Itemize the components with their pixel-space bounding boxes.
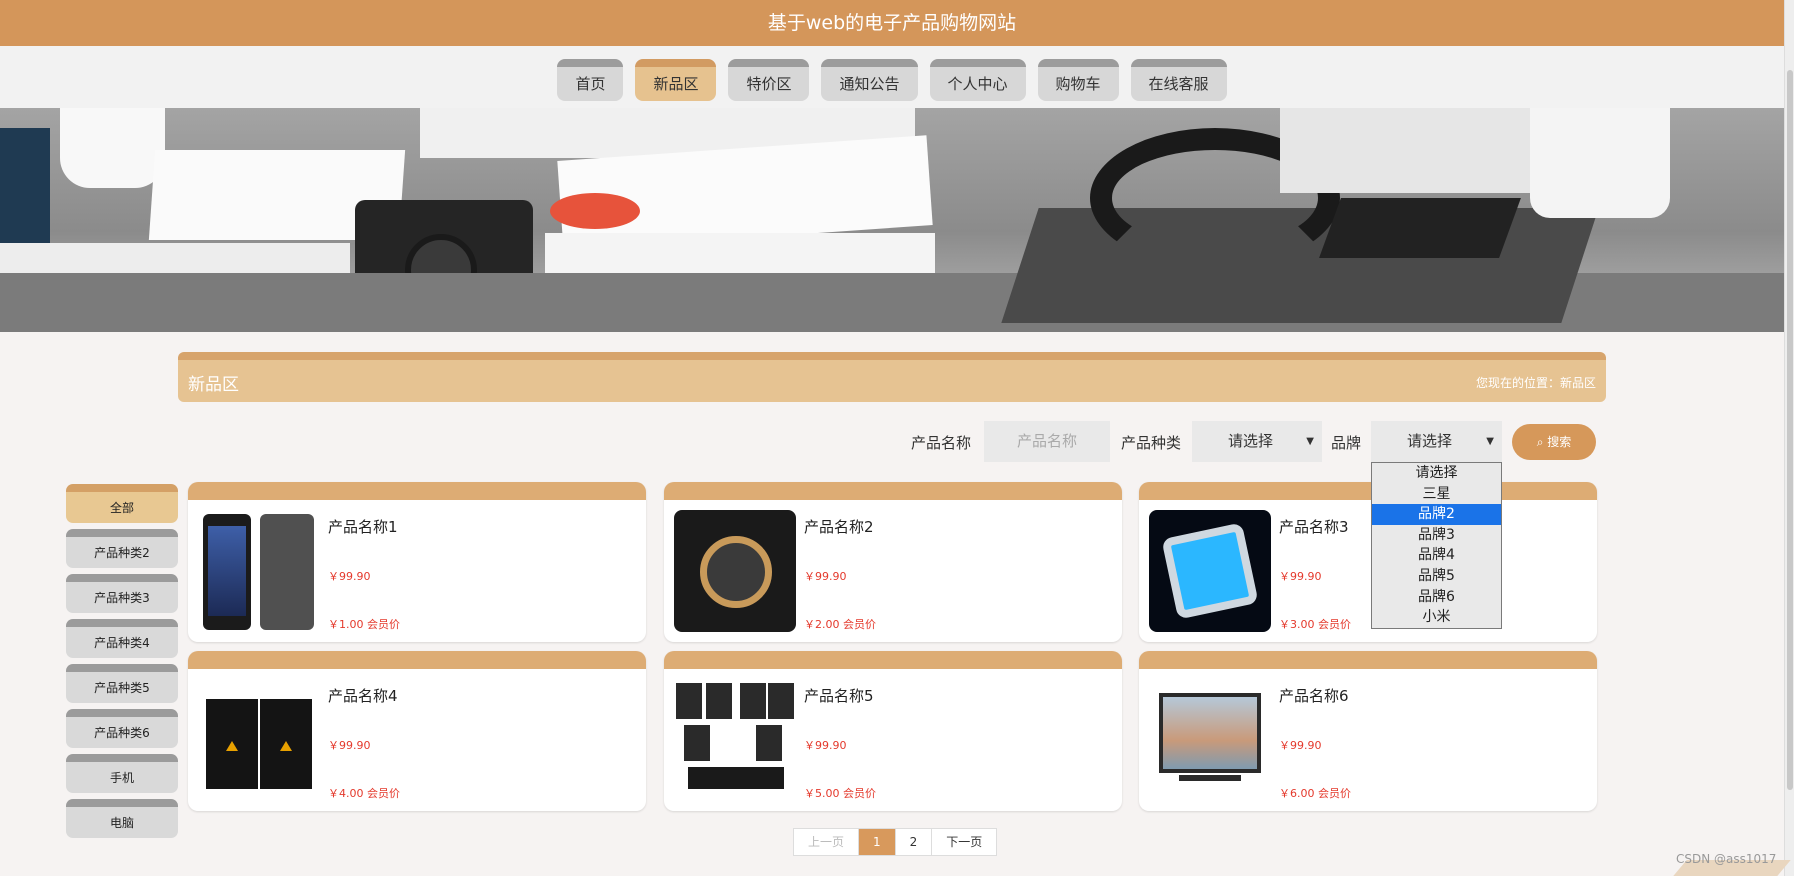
nav-new-products[interactable]: 新品区 bbox=[635, 59, 717, 101]
scrollbar-thumb[interactable] bbox=[1787, 70, 1793, 790]
brand-option[interactable]: 品牌6 bbox=[1372, 587, 1501, 608]
brand-select-value: 请选择 bbox=[1407, 432, 1453, 450]
product-name[interactable]: 产品名称4 bbox=[328, 685, 398, 706]
product-price: ￥99.90 bbox=[1279, 739, 1322, 752]
product-card[interactable]: 产品名称3 ￥99.90 ￥3.00 会员价 bbox=[1139, 482, 1597, 642]
product-name-label: 产品名称 bbox=[911, 434, 972, 452]
brand-select[interactable]: 请选择 ▼ bbox=[1371, 421, 1502, 462]
site-header: 基于web的电子产品购物网站 bbox=[0, 0, 1784, 46]
product-image[interactable] bbox=[198, 510, 320, 632]
category-select[interactable]: 请选择 ▼ bbox=[1192, 421, 1322, 462]
nav-notices[interactable]: 通知公告 bbox=[821, 59, 918, 101]
sidebar-item-category4[interactable]: 产品种类4 bbox=[66, 619, 178, 658]
nav-support[interactable]: 在线客服 bbox=[1130, 59, 1227, 101]
product-image[interactable] bbox=[1149, 510, 1271, 632]
brand-option[interactable]: 小米 bbox=[1372, 607, 1501, 628]
product-price: ￥99.90 bbox=[804, 570, 847, 583]
section-title: 新品区 bbox=[188, 375, 239, 395]
product-name[interactable]: 产品名称3 bbox=[1279, 516, 1349, 537]
nav-cart[interactable]: 购物车 bbox=[1037, 59, 1119, 101]
brand-option[interactable]: 品牌3 bbox=[1372, 525, 1501, 546]
category-select-value: 请选择 bbox=[1228, 432, 1274, 450]
product-name[interactable]: 产品名称6 bbox=[1279, 685, 1349, 706]
product-vip-price: ￥6.00 会员价 bbox=[1279, 787, 1351, 800]
search-button[interactable]: ⌕ 搜索 bbox=[1512, 424, 1596, 460]
pager-page-2[interactable]: 2 bbox=[896, 829, 933, 855]
product-name[interactable]: 产品名称1 bbox=[328, 516, 398, 537]
section-header: 新品区 您现在的位置：新品区 bbox=[178, 352, 1606, 402]
chevron-down-icon: ▼ bbox=[1486, 436, 1494, 447]
watermark: CSDN @ass1017 bbox=[1676, 852, 1777, 866]
product-card[interactable]: 产品名称4 ￥99.90 ￥4.00 会员价 bbox=[188, 651, 646, 811]
category-label: 产品种类 bbox=[1121, 434, 1182, 452]
product-price: ￥99.90 bbox=[328, 739, 371, 752]
site-title: 基于web的电子产品购物网站 bbox=[767, 12, 1017, 34]
product-name-input[interactable]: 产品名称 bbox=[984, 421, 1110, 462]
sidebar-item-all[interactable]: 全部 bbox=[66, 484, 178, 523]
product-name[interactable]: 产品名称5 bbox=[804, 685, 874, 706]
nav-user-center[interactable]: 个人中心 bbox=[929, 59, 1026, 101]
product-card[interactable]: 产品名称6 ￥99.90 ￥6.00 会员价 bbox=[1139, 651, 1597, 811]
sidebar-item-phones[interactable]: 手机 bbox=[66, 754, 178, 793]
page-scrollbar[interactable] bbox=[1784, 0, 1794, 876]
product-card[interactable]: 产品名称2 ￥99.90 ￥2.00 会员价 bbox=[664, 482, 1122, 642]
main-nav: 首页 新品区 特价区 通知公告 个人中心 购物车 在线客服 bbox=[0, 46, 1784, 108]
product-price: ￥99.90 bbox=[804, 739, 847, 752]
brand-option[interactable]: 品牌4 bbox=[1372, 545, 1501, 566]
nav-home[interactable]: 首页 bbox=[557, 59, 624, 101]
sidebar-item-computers[interactable]: 电脑 bbox=[66, 799, 178, 838]
brand-dropdown-list: 请选择 三星 品牌2 品牌3 品牌4 品牌5 品牌6 小米 bbox=[1371, 462, 1502, 629]
product-image[interactable] bbox=[674, 679, 796, 801]
product-vip-price: ￥3.00 会员价 bbox=[1279, 618, 1351, 631]
pagination: 上一页 1 2 下一页 bbox=[793, 828, 998, 856]
hero-banner-image bbox=[0, 108, 1784, 332]
product-card[interactable]: 产品名称1 ￥99.90 ￥1.00 会员价 bbox=[188, 482, 646, 642]
product-vip-price: ￥5.00 会员价 bbox=[804, 787, 876, 800]
product-name[interactable]: 产品名称2 bbox=[804, 516, 874, 537]
product-vip-price: ￥4.00 会员价 bbox=[328, 787, 400, 800]
sidebar-item-category2[interactable]: 产品种类2 bbox=[66, 529, 178, 568]
product-vip-price: ￥1.00 会员价 bbox=[328, 618, 400, 631]
product-image[interactable] bbox=[1149, 679, 1271, 801]
product-price: ￥99.90 bbox=[1279, 570, 1322, 583]
breadcrumb: 您现在的位置：新品区 bbox=[1475, 376, 1596, 390]
pager-prev[interactable]: 上一页 bbox=[794, 829, 860, 855]
nav-specials[interactable]: 特价区 bbox=[728, 59, 810, 101]
pager-next[interactable]: 下一页 bbox=[932, 829, 996, 855]
chevron-down-icon: ▼ bbox=[1306, 436, 1314, 447]
search-icon: ⌕ bbox=[1536, 435, 1544, 449]
sidebar-item-category5[interactable]: 产品种类5 bbox=[66, 664, 178, 703]
brand-label: 品牌 bbox=[1331, 434, 1362, 452]
product-price: ￥99.90 bbox=[328, 570, 371, 583]
brand-option[interactable]: 品牌5 bbox=[1372, 566, 1501, 587]
product-card[interactable]: 产品名称5 ￥99.90 ￥5.00 会员价 bbox=[664, 651, 1122, 811]
sidebar-item-category6[interactable]: 产品种类6 bbox=[66, 709, 178, 748]
product-image[interactable] bbox=[198, 679, 320, 801]
category-sidebar: 全部 产品种类2 产品种类3 产品种类4 产品种类5 产品种类6 手机 电脑 bbox=[66, 484, 178, 844]
brand-option[interactable]: 请选择 bbox=[1372, 463, 1501, 484]
sidebar-item-category3[interactable]: 产品种类3 bbox=[66, 574, 178, 613]
pager-page-1[interactable]: 1 bbox=[859, 829, 896, 855]
product-vip-price: ￥2.00 会员价 bbox=[804, 618, 876, 631]
search-button-label: 搜索 bbox=[1547, 435, 1572, 449]
brand-option-highlighted[interactable]: 品牌2 bbox=[1372, 504, 1501, 525]
brand-option[interactable]: 三星 bbox=[1372, 484, 1501, 505]
product-image[interactable] bbox=[674, 510, 796, 632]
